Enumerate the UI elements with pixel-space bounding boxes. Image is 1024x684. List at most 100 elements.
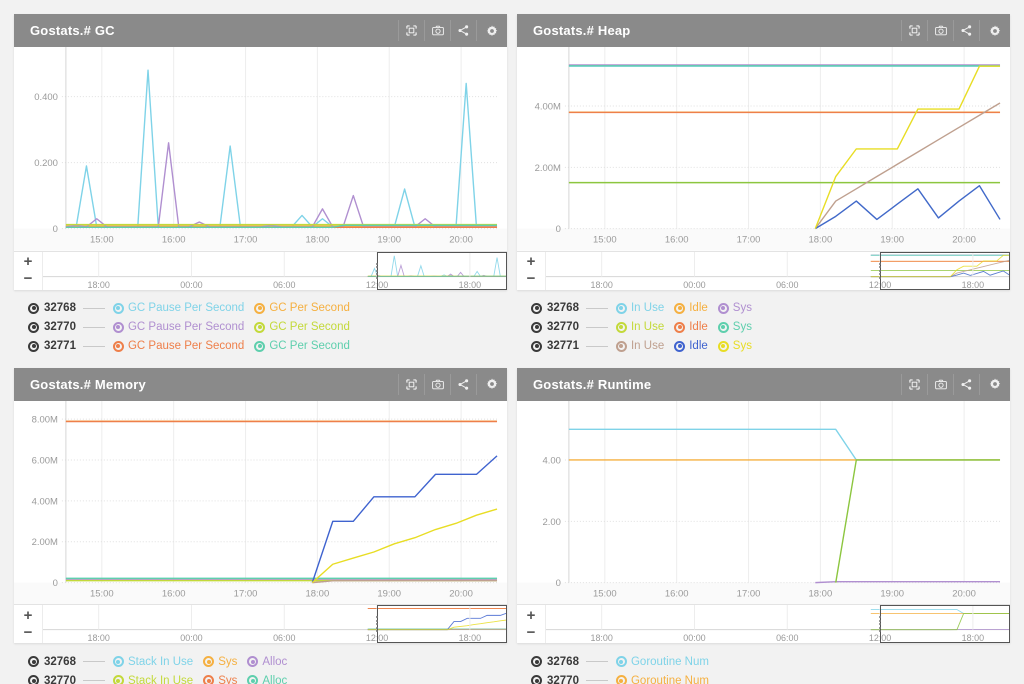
camera-icon[interactable] bbox=[927, 20, 953, 41]
range-selector[interactable]: + − 18:00 00:00 06:00 12:00 18:00 bbox=[517, 250, 1010, 290]
range-track[interactable]: 18:00 00:00 06:00 12:00 18:00 bbox=[43, 251, 507, 290]
legend-series-item[interactable]: Alloc bbox=[247, 675, 287, 684]
series-label: GC Pause Per Second bbox=[127, 302, 245, 315]
host-id: 32771 bbox=[44, 340, 76, 353]
legend-series-item[interactable]: Idle bbox=[674, 302, 708, 314]
legend-series-item[interactable]: Sys bbox=[717, 340, 752, 352]
host-radio[interactable] bbox=[28, 675, 39, 684]
panel-runtime: Gostats.# Runtime 15:00 16:00 17:00 18:00 19:… bbox=[517, 367, 1010, 644]
svg-text:00:00: 00:00 bbox=[180, 633, 202, 643]
camera-icon[interactable] bbox=[927, 373, 953, 395]
gear-icon[interactable] bbox=[476, 20, 507, 41]
panel-header: Gostats.# Memory bbox=[14, 367, 507, 401]
legend-series-item[interactable]: GC Pause Per Second bbox=[112, 321, 244, 333]
zoom-in-button[interactable]: + bbox=[527, 607, 536, 624]
host-id: 32770 bbox=[44, 674, 76, 684]
zoom-out-button[interactable]: − bbox=[24, 624, 33, 641]
zoom-out-button[interactable]: − bbox=[527, 271, 536, 288]
legend-series-item[interactable]: Alloc bbox=[247, 656, 287, 668]
chart-area[interactable]: 15:00 16:00 17:00 18:00 19:00 20:00 0 2.00M 4.00… bbox=[14, 400, 507, 605]
host-radio[interactable] bbox=[28, 340, 39, 352]
share-icon[interactable] bbox=[450, 20, 476, 41]
range-selector[interactable]: + − 18:00 00:00 06:00 12:00 18:00 bbox=[517, 604, 1010, 644]
legend-series-item[interactable]: Sys bbox=[203, 675, 237, 684]
legend-series-item[interactable]: Sys bbox=[717, 302, 752, 314]
legend-series-item[interactable]: Goroutine Num bbox=[615, 675, 709, 684]
range-preview: 18:00 00:00 06:00 12:00 18:00 bbox=[43, 605, 507, 643]
panel-header: Gostats.# Heap bbox=[517, 14, 1010, 47]
range-handle-right[interactable] bbox=[504, 616, 507, 633]
gear-icon[interactable] bbox=[476, 373, 507, 395]
range-handle-left[interactable] bbox=[876, 262, 883, 279]
legend-series-item[interactable]: GC Per Second bbox=[254, 302, 350, 314]
chart-area[interactable]: 15:00 16:00 17:00 18:00 19:00 20:00 0 2.00M 4.00… bbox=[517, 47, 1010, 251]
range-handle-right[interactable] bbox=[504, 262, 507, 279]
legend-series-item[interactable]: Sys bbox=[717, 321, 752, 333]
host-radio[interactable] bbox=[531, 656, 542, 668]
range-track[interactable]: 18:00 00:00 06:00 12:00 18:00 bbox=[546, 605, 1010, 644]
gear-icon[interactable] bbox=[979, 20, 1010, 41]
share-icon[interactable] bbox=[953, 373, 979, 395]
fullscreen-icon[interactable] bbox=[398, 373, 424, 395]
gear-icon[interactable] bbox=[979, 373, 1010, 395]
zoom-out-button[interactable]: − bbox=[24, 271, 33, 288]
host-radio[interactable] bbox=[28, 656, 39, 668]
legend-series-item[interactable]: GC Pause Per Second bbox=[112, 340, 244, 352]
series-color-dot bbox=[112, 302, 124, 314]
chart-plot: 15:00 16:00 17:00 18:00 19:00 20:00 0 2.00M 4.00… bbox=[517, 47, 1010, 251]
range-selector[interactable]: + − 18:00 00:00 06:00 12:00 18:00 bbox=[14, 250, 507, 290]
camera-icon[interactable] bbox=[424, 373, 450, 395]
camera-icon[interactable] bbox=[424, 20, 450, 41]
range-track[interactable]: 18:00 00:00 06:00 12:00 18:00 bbox=[43, 605, 507, 644]
host-radio[interactable] bbox=[531, 321, 542, 333]
zoom-in-button[interactable]: + bbox=[527, 254, 536, 271]
host-radio[interactable] bbox=[531, 675, 542, 684]
svg-text:18:00: 18:00 bbox=[459, 633, 481, 643]
svg-text:19:00: 19:00 bbox=[377, 588, 401, 599]
legend-series-item[interactable]: GC Per Second bbox=[254, 340, 350, 352]
legend-series-item[interactable]: Stack In Use bbox=[112, 675, 193, 684]
host-radio[interactable] bbox=[531, 340, 542, 352]
range-track[interactable]: 18:00 00:00 06:00 12:00 18:00 bbox=[546, 251, 1010, 290]
legend-series-item[interactable]: Stack In Use bbox=[112, 656, 193, 668]
zoom-out-button[interactable]: − bbox=[527, 624, 536, 641]
host-id: 32768 bbox=[547, 302, 579, 315]
host-radio[interactable] bbox=[28, 302, 39, 314]
legend-series-item[interactable]: Idle bbox=[674, 321, 708, 333]
svg-text:06:00: 06:00 bbox=[273, 633, 295, 643]
chart-area[interactable]: 15:00 16:00 17:00 18:00 19:00 20:00 0 2.00 4.00 bbox=[517, 400, 1010, 605]
series-color-dot bbox=[674, 302, 686, 314]
legend-series-item[interactable]: Goroutine Num bbox=[615, 656, 709, 668]
legend-row: 32768 Goroutine Num bbox=[531, 652, 1010, 671]
legend-series-item[interactable]: In Use bbox=[615, 340, 664, 352]
range-handle-left[interactable] bbox=[373, 262, 380, 279]
legend-series-item[interactable]: In Use bbox=[615, 321, 664, 333]
host-radio[interactable] bbox=[531, 302, 542, 314]
legend-series-item[interactable]: Idle bbox=[674, 340, 708, 352]
fullscreen-icon[interactable] bbox=[901, 20, 927, 41]
share-icon[interactable] bbox=[953, 20, 979, 41]
share-icon[interactable] bbox=[450, 373, 476, 395]
range-handle-right[interactable] bbox=[1007, 262, 1010, 279]
legend-series-item[interactable]: Sys bbox=[203, 656, 237, 668]
range-handle-left[interactable] bbox=[876, 616, 883, 633]
fullscreen-icon[interactable] bbox=[398, 20, 424, 41]
panel-toolbar bbox=[398, 14, 507, 47]
panel-header: Gostats.# GC bbox=[14, 14, 507, 47]
range-selector[interactable]: + − 18:00 00:00 06:00 12:00 18:00 bbox=[14, 604, 507, 644]
fullscreen-icon[interactable] bbox=[901, 373, 927, 395]
chart-area[interactable]: 15:00 16:00 17:00 18:00 19:00 20:00 0 0.200 0.40… bbox=[14, 47, 507, 251]
zoom-in-button[interactable]: + bbox=[24, 254, 33, 271]
range-handle-left[interactable] bbox=[373, 616, 380, 633]
series-color-dot bbox=[112, 321, 124, 333]
host-radio[interactable] bbox=[28, 321, 39, 333]
zoom-buttons: + − bbox=[14, 605, 43, 644]
range-handle-right[interactable] bbox=[1007, 616, 1010, 633]
legend-row: 32770 Goroutine Num bbox=[531, 671, 1010, 684]
panel-heap: Gostats.# Heap 15:00 16:00 17:00 18:00 19:00 2… bbox=[517, 14, 1010, 290]
zoom-in-button[interactable]: + bbox=[24, 607, 33, 624]
series-color-dot bbox=[615, 675, 627, 684]
legend-series-item[interactable]: GC Pause Per Second bbox=[112, 302, 245, 315]
legend-series-item[interactable]: GC Per Second bbox=[254, 321, 350, 333]
legend-series-item[interactable]: In Use bbox=[615, 302, 664, 314]
